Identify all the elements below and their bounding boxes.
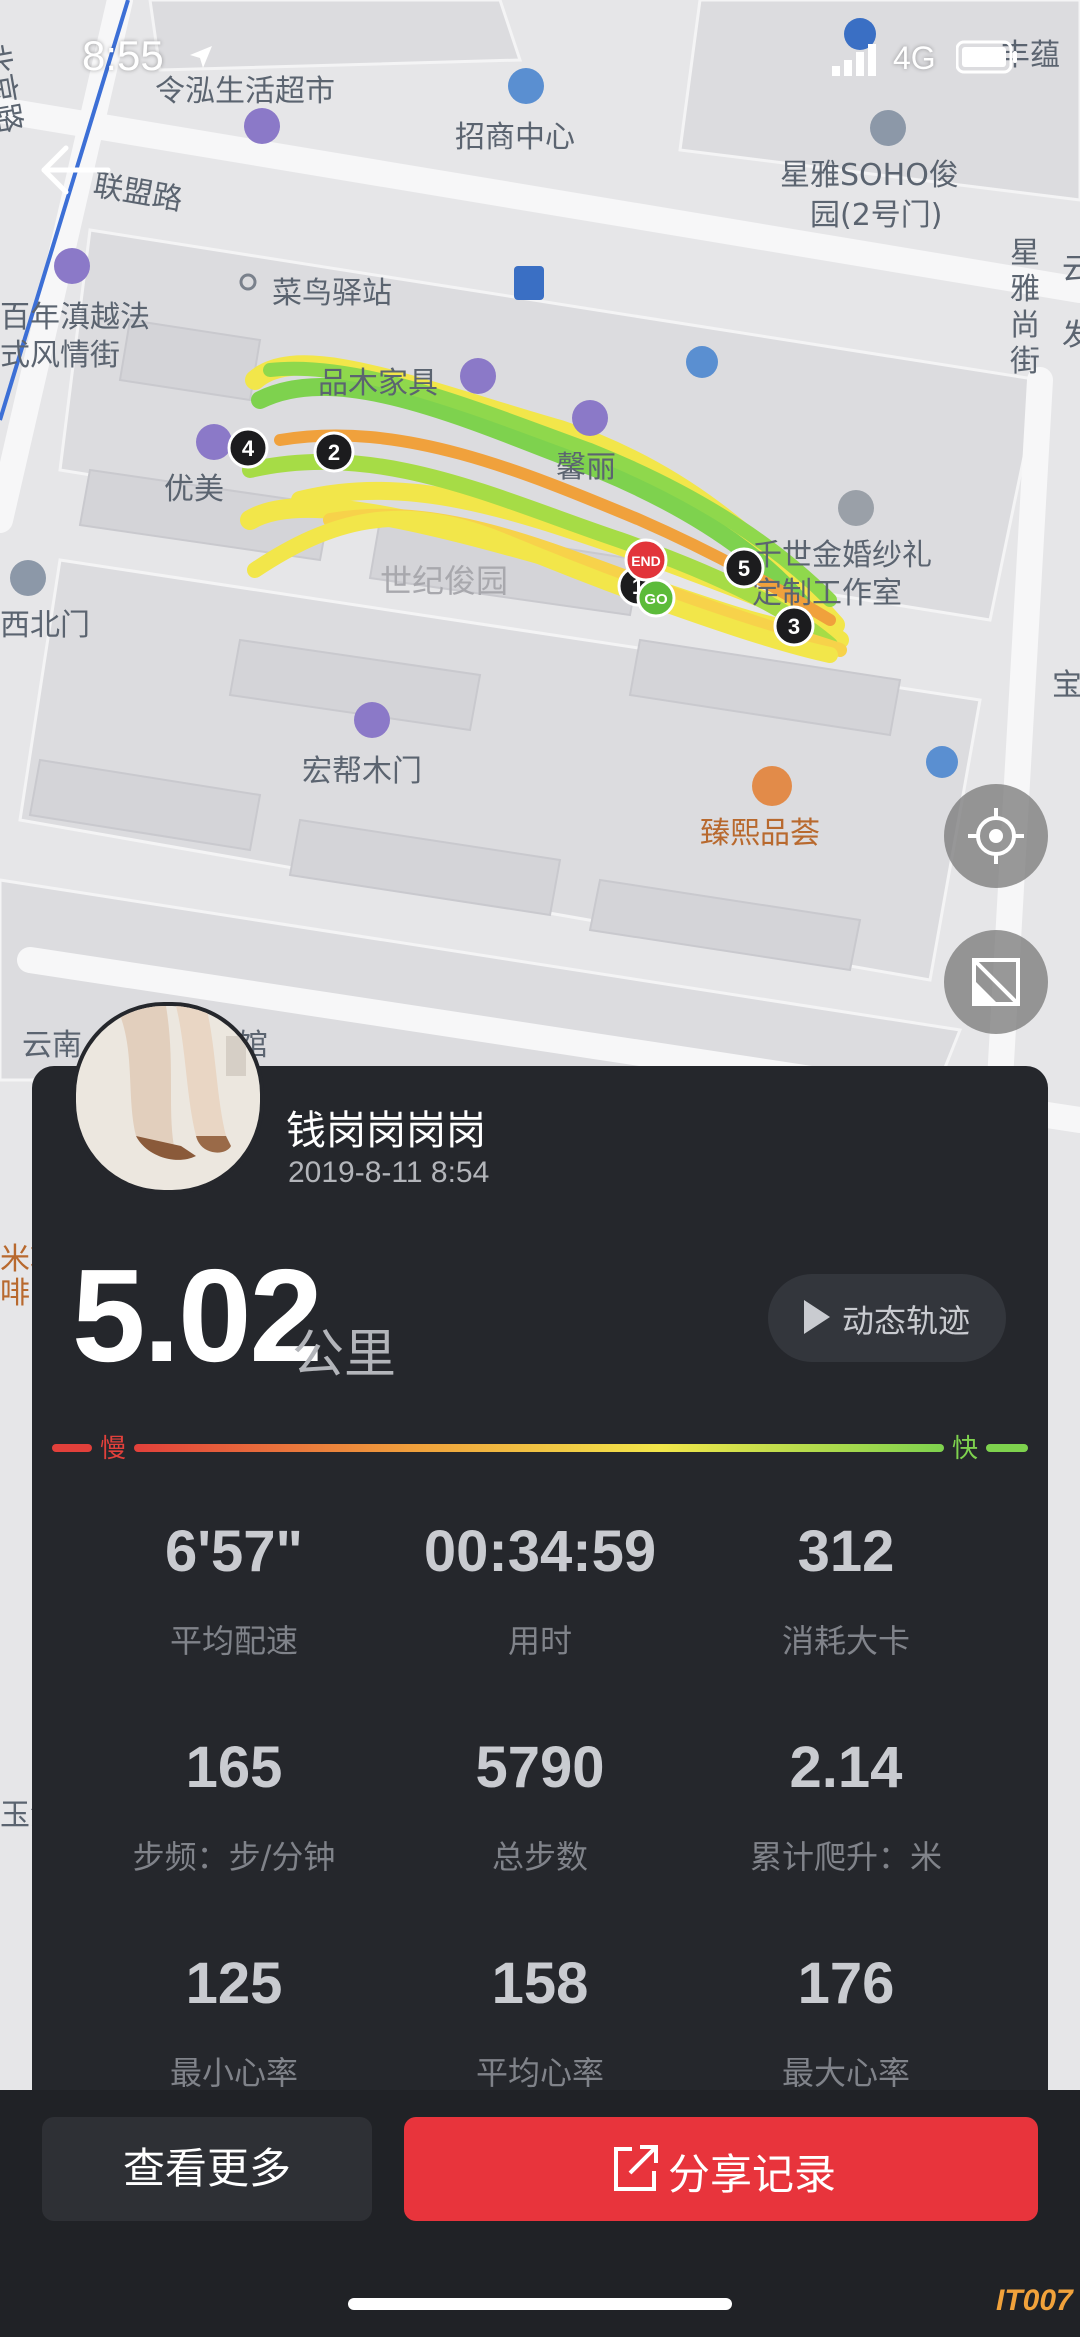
replay-track-label: 动态轨迹 xyxy=(842,1302,971,1340)
stat-avg-pace-label: 平均配速 xyxy=(169,1622,298,1660)
status-bar: 8:55 4G xyxy=(0,30,1080,90)
avatar-image xyxy=(76,1006,260,1190)
stat-calories-value: 312 xyxy=(797,1519,895,1584)
share-record-label: 分享记录 xyxy=(668,2150,837,2199)
map-layer-icon xyxy=(972,958,1020,1006)
distance-value: 5.02 xyxy=(72,1242,323,1389)
location-arrow-icon xyxy=(190,46,212,68)
distance-unit: 公里 xyxy=(292,1325,397,1385)
replay-track-button[interactable]: 动态轨迹 xyxy=(768,1274,1006,1362)
stat-max-heartrate-value: 176 xyxy=(797,1951,895,2016)
stat-elevation-value: 2.14 xyxy=(789,1735,903,1800)
speed-legend-bar xyxy=(52,1444,1028,1452)
km-marker-label: 3 xyxy=(788,614,800,639)
watermark-logo: IT007 xyxy=(996,2284,1073,2317)
battery-icon xyxy=(956,40,1017,74)
speed-slow-label: 慢 xyxy=(100,1434,127,1464)
map-label: 啡 xyxy=(0,1276,30,1311)
back-arrow-icon[interactable] xyxy=(36,140,116,200)
signal-icon xyxy=(832,44,876,76)
workout-date: 2019-8-11 8:54 xyxy=(288,1156,490,1189)
home-indicator[interactable] xyxy=(348,2298,732,2310)
stat-avg-heartrate-value: 158 xyxy=(491,1951,589,2016)
stat-cadence-label: 步频：步/分钟 xyxy=(132,1838,336,1876)
km-marker-label: 4 xyxy=(242,436,255,461)
share-icon xyxy=(614,2145,658,2191)
stat-duration-value: 00:34:59 xyxy=(423,1519,657,1584)
route-markers: 4 2 1 5 3 END GO xyxy=(227,427,815,647)
stat-steps-value: 5790 xyxy=(475,1735,605,1800)
stat-steps-label: 总步数 xyxy=(491,1838,588,1876)
avatar[interactable] xyxy=(72,1002,264,1194)
start-marker-label: GO xyxy=(644,591,668,608)
stat-elevation-label: 累计爬升：米 xyxy=(749,1838,942,1876)
status-time: 8:55 xyxy=(82,32,164,79)
map-layer-button[interactable] xyxy=(944,930,1048,1034)
stat-avg-heartrate-label: 平均心率 xyxy=(475,2054,604,2092)
stat-max-heartrate-label: 最大心率 xyxy=(781,2054,910,2092)
km-marker-label: 5 xyxy=(738,556,750,581)
stat-cadence-value: 165 xyxy=(185,1735,283,1800)
stat-duration-label: 用时 xyxy=(507,1622,572,1660)
stat-calories-label: 消耗大卡 xyxy=(781,1622,910,1660)
stat-min-heartrate-label: 最小心率 xyxy=(169,2054,298,2092)
locate-icon xyxy=(968,808,1024,864)
speed-fast-label: 快 xyxy=(952,1434,979,1464)
network-type: 4G xyxy=(893,40,936,76)
stat-min-heartrate-value: 125 xyxy=(185,1951,283,2016)
play-icon xyxy=(804,1300,830,1334)
view-more-button[interactable]: 查看更多 xyxy=(42,2117,372,2221)
stat-avg-pace-value: 6'57" xyxy=(164,1519,304,1584)
end-marker-label: END xyxy=(631,553,661,569)
locate-button[interactable] xyxy=(944,784,1048,888)
share-record-button[interactable]: 分享记录 xyxy=(404,2117,1038,2221)
km-marker-label: 2 xyxy=(328,440,340,465)
user-name: 钱岗岗岗岗 xyxy=(286,1108,486,1154)
